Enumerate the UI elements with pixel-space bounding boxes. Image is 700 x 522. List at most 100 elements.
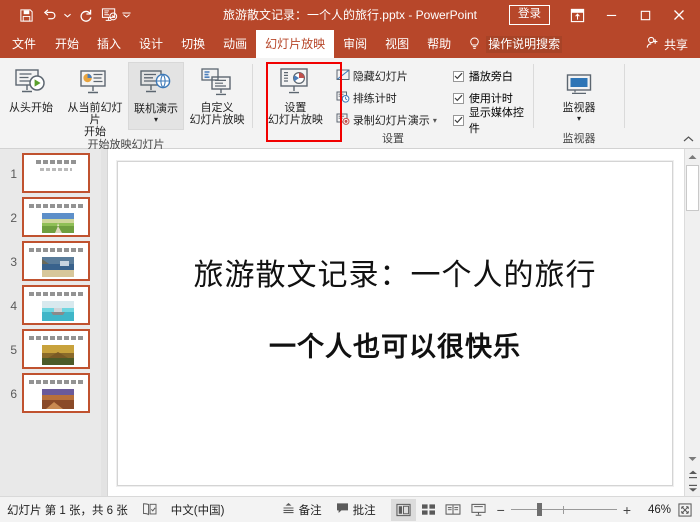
zoom-in-button[interactable]: + [623,502,631,518]
normal-view-button[interactable] [391,499,416,521]
slide-subtitle-text[interactable]: 一个人也可以很快乐 [118,325,672,364]
show-media-controls-checkbox[interactable]: 显示媒体控件 [453,110,531,130]
reading-view-button[interactable] [441,499,466,521]
present-online-button[interactable]: 联机演示 ▾ [128,62,184,130]
rehearse-timings-button[interactable]: 排练计时 [334,88,439,108]
collapse-ribbon-icon[interactable] [683,135,694,146]
thumb-title-placeholder [29,336,83,340]
monitor-button[interactable]: 监视器 ▾ [548,62,610,130]
tab-file[interactable]: 文件 [0,30,46,58]
sign-in-button[interactable]: 登录 [509,5,550,25]
undo-dropdown-icon[interactable] [62,3,73,27]
hide-slide-button[interactable]: 隐藏幻灯片 [334,66,439,86]
redo-icon[interactable] [73,3,97,27]
thumbnail-number: 3 [0,241,22,269]
thumbnail-item[interactable]: 3 [0,237,107,281]
customize-qat-icon[interactable] [121,3,132,27]
next-slide-icon[interactable] [685,481,700,496]
thumb-image [42,257,74,277]
slide-thumbnail-1[interactable] [22,153,90,193]
tab-help[interactable]: 帮助 [418,30,460,58]
minimize-icon[interactable] [594,0,628,30]
tab-design[interactable]: 设计 [130,30,172,58]
share-label: 共享 [664,36,688,53]
slide-thumbnail-3[interactable] [22,241,90,281]
start-from-current-button[interactable]: 从当前幻灯片 开始 [62,62,128,138]
slide-sorter-view-button[interactable] [416,499,441,521]
slide-thumbnail-2[interactable] [22,197,90,237]
notes-label: 备注 [299,502,322,518]
quick-access-toolbar [0,3,132,27]
slideshow-view-button[interactable] [466,499,491,521]
tell-me-search[interactable]: 操作说明搜索 [466,30,562,58]
slide-title-text[interactable]: 旅游散文记录：一个人的旅行 [118,250,672,294]
share-button[interactable]: 共享 [646,30,688,58]
close-icon[interactable] [662,0,696,30]
tab-review[interactable]: 审阅 [334,30,376,58]
tab-slideshow[interactable]: 幻灯片放映 [256,30,334,58]
thumbnail-pane-scrollbar[interactable] [101,149,107,496]
thumbnail-item[interactable]: 5 [0,325,107,369]
titlebar-right-controls: 登录 [509,0,700,30]
scroll-up-icon[interactable] [685,149,700,164]
start-slideshow-icon[interactable] [97,3,121,27]
play-narrations-label: 播放旁白 [469,68,513,84]
thumbnail-item[interactable]: 6 [0,369,107,413]
thumb-subtitle-placeholder [40,168,72,171]
accessibility-checker-icon[interactable] [135,497,164,522]
tab-view[interactable]: 视图 [376,30,418,58]
zoom-slider[interactable] [511,503,617,517]
current-slide[interactable]: 旅游散文记录：一个人的旅行 一个人也可以很快乐 [117,161,673,486]
tab-insert[interactable]: 插入 [88,30,130,58]
language-status[interactable]: 中文(中国) [164,497,232,522]
ribbon-display-options-icon[interactable] [560,0,594,30]
comments-button[interactable]: 批注 [329,497,383,522]
setup-checkboxes: 播放旁白 使用计时 显示媒体控件 [441,62,533,130]
record-slideshow-dropdown-icon[interactable]: ▾ [433,116,437,125]
thumb-title-placeholder [29,204,83,208]
comment-icon [336,502,349,517]
thumbnail-number: 4 [0,285,22,313]
slide-thumbnail-5[interactable] [22,329,90,369]
notes-button[interactable]: 备注 [275,497,329,522]
tell-me-label: 操作说明搜索 [486,36,562,53]
tab-transitions[interactable]: 切换 [172,30,214,58]
play-narrations-checkbox[interactable]: 播放旁白 [453,66,531,86]
custom-slideshow-button[interactable]: 自定义 幻灯片放映 [184,62,250,130]
group-separator-3 [624,64,625,128]
thumbnail-item[interactable]: 2 [0,193,107,237]
fit-to-window-button[interactable] [671,497,700,522]
scroll-down-icon[interactable] [685,451,700,466]
slide-thumbnail-pane[interactable]: 1 2 3 [0,149,108,496]
monitor-dropdown-icon[interactable]: ▾ [577,115,581,122]
zoom-level-label[interactable]: 46% [637,504,671,516]
thumb-image [42,345,74,365]
custom-slideshow-label-2: 幻灯片放映 [190,114,245,126]
thumbnail-item[interactable]: 4 [0,281,107,325]
slide-thumbnail-4[interactable] [22,285,90,325]
checkbox-checked-icon [453,93,464,104]
previous-slide-icon[interactable] [685,466,700,481]
zoom-out-button[interactable]: − [497,502,505,518]
thumbnail-item[interactable]: 1 [0,149,107,193]
start-from-beginning-button[interactable]: 从头开始 [0,62,62,130]
ribbon-group-setup: 设置 幻灯片放映 隐藏幻灯片 排练计时 [253,58,533,148]
thumb-image [42,301,74,321]
setup-slideshow-button[interactable]: 设置 幻灯片放映 [261,62,330,130]
slide-pane-scrollbar[interactable] [684,149,700,496]
tab-home[interactable]: 开始 [46,30,88,58]
undo-icon[interactable] [38,3,62,27]
present-online-dropdown-icon[interactable]: ▾ [154,116,158,123]
slide-editing-pane[interactable]: 旅游散文记录：一个人的旅行 一个人也可以很快乐 [108,149,684,496]
scrollbar-thumb[interactable] [686,165,699,211]
zoom-slider-handle[interactable] [537,503,542,516]
ribbon-tabs: 文件 开始 插入 设计 切换 动画 幻灯片放映 审阅 视图 帮助 操作说明搜索 … [0,30,700,58]
rehearse-timings-icon [336,91,350,106]
slide-thumbnail-6[interactable] [22,373,90,413]
monitor-icon [564,65,594,99]
slide-count-status[interactable]: 幻灯片 第 1 张，共 6 张 [0,497,135,522]
save-icon[interactable] [14,3,38,27]
tab-animations[interactable]: 动画 [214,30,256,58]
record-slideshow-button[interactable]: 录制幻灯片演示 ▾ [334,110,439,130]
maximize-icon[interactable] [628,0,662,30]
